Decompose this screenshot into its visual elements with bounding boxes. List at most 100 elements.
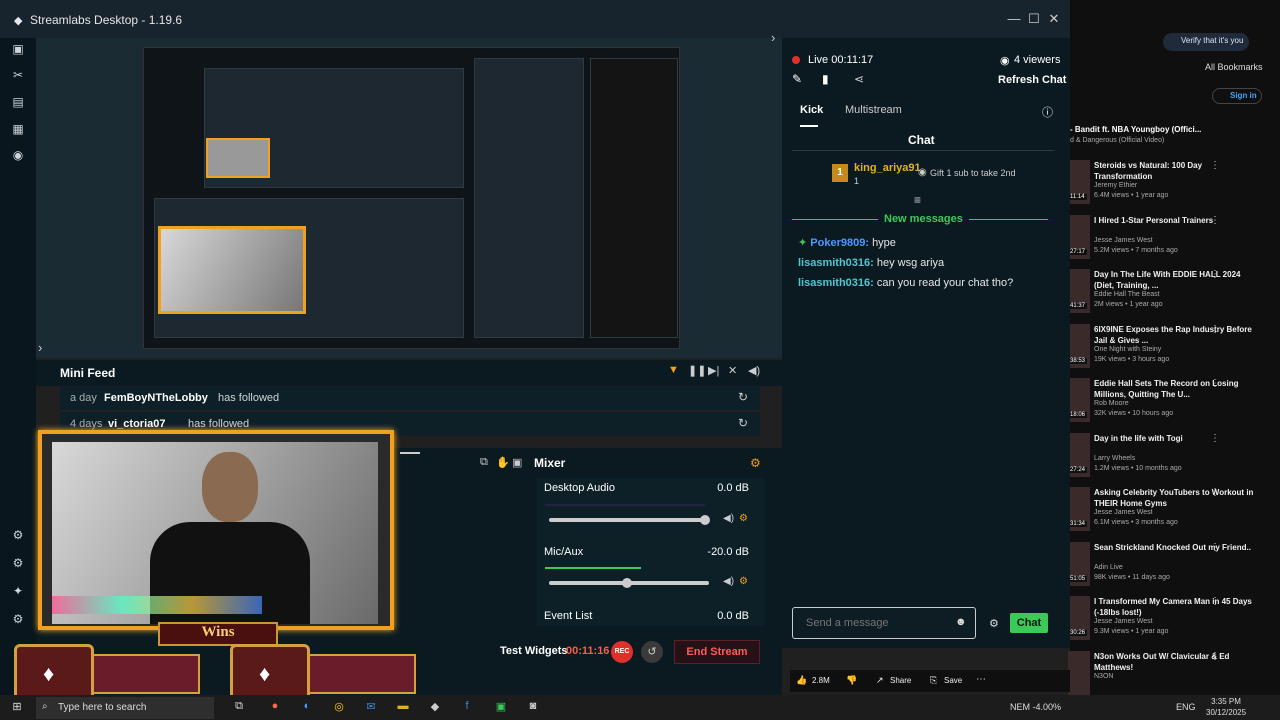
advanced-mixer-icon[interactable]: ⧉ <box>480 456 488 469</box>
settings-icon[interactable]: ⚙ <box>10 612 26 628</box>
collapse-chat-icon[interactable]: › <box>771 30 775 45</box>
video-channel[interactable]: Adin Live <box>1094 564 1123 571</box>
ai-icon[interactable]: ✦ <box>10 584 26 600</box>
video-thumbnail[interactable]: 27:17 <box>1068 214 1090 259</box>
repeat-alert-icon[interactable]: ↻ <box>738 416 748 430</box>
refresh-chat-button[interactable]: Refresh Chat <box>998 74 1066 86</box>
hand-icon[interactable]: ✋ <box>496 456 510 469</box>
chrome-icon[interactable]: ◎ <box>332 700 346 714</box>
pinned-user[interactable]: king_ariya91 <box>854 162 921 174</box>
themes-icon[interactable]: ✂ <box>10 68 26 84</box>
bookmark-icon[interactable]: ⎘ <box>930 675 937 686</box>
video-thumbnail[interactable] <box>1068 650 1090 695</box>
replay-buffer-icon[interactable]: ↺ <box>641 641 663 663</box>
mixer-settings-icon[interactable]: ⚙ <box>750 456 761 470</box>
mute-alerts-icon[interactable]: ✕ <box>728 364 737 377</box>
chat-username[interactable]: Poker9809: <box>810 237 869 249</box>
video-thumbnail[interactable]: 30:26 <box>1068 596 1090 640</box>
video-thumbnail[interactable]: 18:06 <box>1068 378 1090 422</box>
share-arrow-icon[interactable]: ↗ <box>876 675 884 686</box>
recommended-video[interactable]: 11:14 Steroids vs Natural: 100 Day Transf… <box>1068 160 1280 212</box>
video-channel[interactable]: Eddie Hall The Beast <box>1094 291 1160 298</box>
chat-send-button[interactable]: Chat <box>1010 613 1048 633</box>
video-thumbnail[interactable]: 41:37 <box>1068 269 1090 313</box>
app-icon[interactable]: ● <box>268 700 282 714</box>
task-view-icon[interactable]: ⧉ <box>232 700 246 714</box>
media-icon[interactable]: ▦ <box>10 122 26 138</box>
video-thumbnail[interactable]: 31:34 <box>1068 487 1090 531</box>
video-channel[interactable]: Jesse James West <box>1094 237 1153 244</box>
volume-slider[interactable] <box>549 518 709 522</box>
folder-icon[interactable]: ▣ <box>512 456 522 469</box>
video-channel[interactable]: Larry Wheels <box>1094 455 1135 462</box>
volume-slider-knob[interactable] <box>622 578 632 588</box>
pause-icon[interactable]: ❚❚ <box>688 364 706 377</box>
video-channel[interactable]: N3ON <box>1094 673 1113 680</box>
more-options-icon[interactable]: ⋮ <box>1210 542 1220 553</box>
camera-app-icon[interactable]: ◙ <box>526 700 540 714</box>
close-icon[interactable]: ✕ <box>1046 11 1062 27</box>
store-icon[interactable]: ▤ <box>10 95 26 111</box>
more-options-icon[interactable]: ⋮ <box>1210 215 1220 226</box>
volume-slider-knob[interactable] <box>700 515 710 525</box>
video-channel[interactable]: Rob Moore <box>1094 400 1129 407</box>
more-options-icon[interactable]: ⋮ <box>1210 651 1220 662</box>
video-title[interactable]: Day in the life with Togi <box>1094 433 1262 444</box>
recommended-video[interactable]: 18:06 Eddie Hall Sets The Record on Losin… <box>1068 378 1280 430</box>
video-title[interactable]: 6IX9INE Exposes the Rap Industry Before … <box>1094 324 1262 346</box>
more-options-icon[interactable]: ⋮ <box>1210 160 1220 171</box>
chat-username[interactable]: lisasmith0316: <box>798 277 874 289</box>
share-label[interactable]: Share <box>890 676 911 685</box>
video-title[interactable]: I Transformed My Camera Man in 45 Days (… <box>1094 596 1262 618</box>
live-icon[interactable]: ◉ <box>10 148 26 164</box>
video-thumbnail[interactable]: 51:05 <box>1068 541 1090 586</box>
more-icon[interactable]: ⋯ <box>976 674 986 685</box>
chat-username[interactable]: lisasmith0316: <box>798 257 874 269</box>
share-icon[interactable]: ⋖ <box>854 72 864 86</box>
recommended-video[interactable]: 27:24 Day in the life with Togi Larry Whee… <box>1068 432 1280 485</box>
repeat-alert-icon[interactable]: ↻ <box>738 390 748 404</box>
video-title[interactable]: N3on Works Out W/ Clavicular & Ed Matthe… <box>1094 651 1262 673</box>
streamlabs-taskbar-icon[interactable]: ▣ <box>494 700 508 714</box>
chat-settings-icon[interactable]: ⚙ <box>989 617 999 630</box>
chat-input[interactable] <box>793 608 943 638</box>
info-icon[interactable]: ⓘ <box>1042 104 1053 120</box>
video-title[interactable]: I Hired 1-Star Personal Trainers <box>1094 215 1262 226</box>
edge-icon[interactable]: ◐ <box>300 700 314 714</box>
channel-settings-icon[interactable]: ⚙ <box>739 513 748 524</box>
video-title[interactable]: Sean Strickland Knocked Out my Friend.. <box>1094 542 1262 553</box>
video-thumbnail[interactable]: 11:14 <box>1068 160 1090 204</box>
video-title[interactable]: Asking Celebrity YouTubers to Workout in… <box>1094 487 1262 509</box>
video-channel[interactable]: Jesse James West <box>1094 618 1153 625</box>
windows-start-icon[interactable]: ⊞ <box>10 700 24 714</box>
app2-icon[interactable]: ◆ <box>428 700 442 714</box>
recommended-video[interactable]: 31:34 Asking Celebrity YouTubers to Worko… <box>1068 487 1280 539</box>
skip-icon[interactable]: ▶| <box>708 364 719 377</box>
video-title[interactable]: Eddie Hall Sets The Record on Losing Mil… <box>1094 378 1262 400</box>
more-options-icon[interactable]: ⋮ <box>1210 269 1220 280</box>
speaker-icon[interactable]: ◀) <box>723 513 734 524</box>
recommended-video[interactable]: 30:26 I Transformed My Camera Man in 45 D… <box>1068 596 1280 648</box>
end-stream-button[interactable]: End Stream <box>674 640 760 664</box>
edit-icon[interactable]: ✎ <box>792 72 802 86</box>
speaker-icon[interactable]: ◀) <box>723 576 734 587</box>
studio-icon[interactable]: ▣ <box>10 42 26 58</box>
more-options-icon[interactable]: ⋮ <box>1210 487 1220 498</box>
chat-input-box[interactable]: ☻ <box>792 607 976 639</box>
video-channel[interactable]: One Night with Steiny <box>1094 346 1161 353</box>
video-channel[interactable]: Jesse James West <box>1094 509 1153 516</box>
video-title[interactable]: Steroids vs Natural: 100 Day Transformat… <box>1094 160 1262 182</box>
save-label[interactable]: Save <box>944 676 962 685</box>
video-thumbnail[interactable]: 38:53 <box>1068 323 1090 368</box>
test-widgets-button[interactable]: Test Widgets <box>500 645 568 657</box>
video-title[interactable]: Day In The Life With EDDIE HALL 2024 (Di… <box>1094 269 1262 291</box>
more-options-icon[interactable]: ⋮ <box>1210 433 1220 444</box>
recommended-video[interactable]: 51:05 Sean Strickland Knocked Out my Frie… <box>1068 541 1280 594</box>
video-thumbnail[interactable]: 27:24 <box>1068 432 1090 477</box>
tab-kick[interactable]: Kick <box>800 104 823 116</box>
language-indicator[interactable]: ENG <box>1176 702 1196 712</box>
recommended-video[interactable]: 41:37 Day In The Life With EDDIE HALL 202… <box>1068 269 1280 321</box>
expand-left-icon[interactable]: › <box>38 340 42 355</box>
video-channel[interactable]: Jeremy Ethier <box>1094 182 1137 189</box>
filter-icon[interactable]: ▼ <box>668 364 679 376</box>
